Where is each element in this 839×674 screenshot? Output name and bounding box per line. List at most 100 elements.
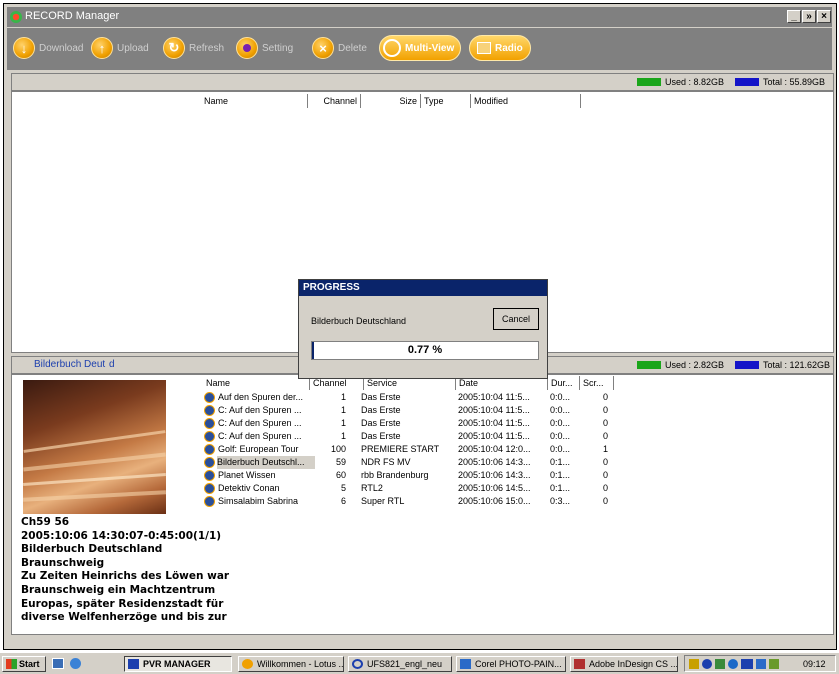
col-header-name[interactable]: Name bbox=[203, 376, 310, 390]
app-icon bbox=[10, 11, 22, 23]
info-title: Bilderbuch Deutschland bbox=[21, 543, 163, 556]
tray-app-icon[interactable] bbox=[769, 659, 779, 669]
refresh-label: Refresh bbox=[189, 42, 225, 54]
download-label: Download bbox=[39, 42, 84, 54]
download-button[interactable]: ↓ Download bbox=[13, 36, 83, 60]
col-header-type[interactable]: Type bbox=[421, 94, 471, 108]
bottom-used-label: Used : 2.82GB bbox=[665, 360, 725, 370]
taskbar-item-indesign[interactable]: Adobe InDesign CS ... bbox=[570, 656, 678, 672]
recording-row[interactable]: Golf: European Tour 100 PREMIERE START 2… bbox=[204, 443, 624, 456]
cancel-label: Cancel bbox=[501, 314, 530, 324]
progress-item-label: Bilderbuch Deutschland bbox=[311, 316, 407, 326]
top-used-label: Used : 8.82GB bbox=[665, 77, 725, 87]
taskbar-item-pvr-manager[interactable]: PVR MANAGER bbox=[124, 656, 232, 672]
recording-service: PREMIERE START bbox=[361, 444, 440, 454]
close-button[interactable]: × bbox=[817, 10, 831, 23]
col-header-screen[interactable]: Scr... bbox=[580, 376, 614, 390]
radio-button[interactable]: Radio bbox=[469, 35, 531, 61]
title-bar[interactable]: RECORD Manager _ » × bbox=[7, 7, 832, 27]
progress-bar: 0.77 % bbox=[311, 341, 539, 360]
recording-channel: 1 bbox=[340, 431, 346, 441]
col-header-size[interactable]: Size bbox=[361, 94, 421, 108]
info-datetime: 2005:10:06 14:30:07-0:45:00(1/1) bbox=[21, 529, 222, 542]
recording-screen: 0 bbox=[602, 457, 608, 467]
recording-row-selected[interactable]: Bilderbuch Deutschl... 59 NDR FS MV 2005… bbox=[204, 456, 624, 469]
setting-button[interactable]: Setting bbox=[236, 36, 293, 60]
recording-row[interactable]: Simsalabim Sabrina 6 Super RTL 2005:10:0… bbox=[204, 495, 624, 508]
upload-button[interactable]: ↑ Upload bbox=[91, 36, 149, 60]
recording-name: Bilderbuch Deutschl... bbox=[217, 456, 315, 469]
multi-view-button[interactable]: Multi-View bbox=[379, 35, 461, 61]
recording-date: 2005:10:04 11:5... bbox=[458, 418, 530, 428]
windows-logo-icon bbox=[6, 659, 17, 669]
recording-row[interactable]: C: Auf den Spuren ... 1 Das Erste 2005:1… bbox=[204, 404, 624, 417]
quicklaunch-desktop-icon[interactable] bbox=[52, 658, 64, 669]
bottom-total-label: Total : 121.62GB bbox=[763, 360, 831, 370]
recording-service: Super RTL bbox=[361, 496, 405, 506]
maximize-button[interactable]: » bbox=[802, 10, 816, 23]
recording-row[interactable]: Detektiv Conan 5 RTL2 2005:10:06 14:5...… bbox=[204, 482, 624, 495]
col-header-channel[interactable]: Channel bbox=[308, 94, 361, 108]
language-icon[interactable] bbox=[741, 659, 753, 669]
multi-view-icon bbox=[383, 39, 401, 57]
taskbar: Start PVR MANAGER Willkommen - Lotus ...… bbox=[0, 652, 839, 674]
col-header-duration[interactable]: Dur... bbox=[548, 376, 580, 390]
recording-date: 2005:10:06 14:5... bbox=[458, 483, 531, 493]
recording-date: 2005:10:06 15:0... bbox=[458, 496, 531, 506]
play-icon bbox=[204, 418, 215, 429]
delete-button[interactable]: × Delete bbox=[312, 36, 367, 60]
minimize-button[interactable]: _ bbox=[787, 10, 801, 23]
recording-service: NDR FS MV bbox=[361, 457, 411, 467]
quicklaunch-ie-icon[interactable] bbox=[70, 658, 81, 669]
cancel-button[interactable]: Cancel bbox=[493, 308, 539, 330]
tray-app-icon[interactable] bbox=[728, 659, 738, 669]
recording-row[interactable]: Auf den Spuren der... 1 Das Erste 2005:1… bbox=[204, 391, 624, 404]
recording-screen: 0 bbox=[602, 405, 608, 415]
recording-row[interactable]: C: Auf den Spuren ... 1 Das Erste 2005:1… bbox=[204, 417, 624, 430]
taskbar-item-corel[interactable]: Corel PHOTO-PAIN... bbox=[456, 656, 566, 672]
taskbar-item-ufs821[interactable]: UFS821_engl_neu bbox=[348, 656, 452, 672]
taskbar-item-lotus[interactable]: Willkommen - Lotus ... bbox=[238, 656, 344, 672]
taskbar-item-label: Corel PHOTO-PAIN... bbox=[475, 659, 562, 669]
recording-name: Planet Wissen bbox=[218, 470, 276, 480]
start-button[interactable]: Start bbox=[2, 656, 46, 672]
tray-app-icon[interactable] bbox=[756, 659, 766, 669]
recording-row[interactable]: Planet Wissen 60 rbb Brandenburg 2005:10… bbox=[204, 469, 624, 482]
recording-date: 2005:10:06 14:3... bbox=[458, 457, 531, 467]
play-icon bbox=[204, 444, 215, 455]
recording-channel: 6 bbox=[340, 496, 346, 506]
top-total-label: Total : 55.89GB bbox=[763, 77, 826, 87]
network-icon[interactable] bbox=[702, 659, 712, 669]
play-icon bbox=[204, 431, 215, 442]
recording-channel: 1 bbox=[340, 405, 346, 415]
upload-label: Upload bbox=[117, 42, 149, 54]
refresh-button[interactable]: ↻ Refresh bbox=[163, 36, 224, 60]
recording-duration: 0:3... bbox=[550, 496, 571, 506]
recording-name: C: Auf den Spuren ... bbox=[218, 418, 302, 428]
bottom-used-indicator: Used : 2.82GB bbox=[637, 360, 724, 370]
info-desc-2: Braunschweig ein Machtzentrum bbox=[21, 583, 216, 596]
recordings-pane: Ch59 56 2005:10:06 14:30:07-0:45:00(1/1)… bbox=[11, 374, 834, 635]
recording-service: Das Erste bbox=[361, 392, 401, 402]
col-header-modified[interactable]: Modified bbox=[471, 94, 581, 108]
recording-screen: 0 bbox=[602, 470, 608, 480]
refresh-icon: ↻ bbox=[163, 37, 185, 59]
toolbar: ↓ Download ↑ Upload ↻ Refresh Setting × … bbox=[7, 28, 832, 70]
info-desc-1: Zu Zeiten Heinrichs des Löwen war bbox=[21, 570, 230, 583]
taskbar-item-label: UFS821_engl_neu bbox=[367, 659, 443, 669]
taskbar-item-label: PVR MANAGER bbox=[143, 659, 211, 669]
col-header-name[interactable]: Name bbox=[201, 94, 308, 108]
recording-row[interactable]: C: Auf den Spuren ... 1 Das Erste 2005:1… bbox=[204, 430, 624, 443]
play-icon bbox=[204, 457, 215, 468]
info-subtitle: Braunschweig bbox=[21, 556, 105, 569]
tray-app-icon[interactable] bbox=[715, 659, 725, 669]
download-icon: ↓ bbox=[13, 37, 35, 59]
radio-label: Radio bbox=[495, 42, 523, 54]
recording-channel: 100 bbox=[330, 444, 346, 454]
used-swatch bbox=[637, 361, 661, 369]
progress-percent: 0.77 % bbox=[407, 344, 443, 356]
system-tray: 09:12 bbox=[684, 655, 836, 672]
start-label: Start bbox=[19, 659, 40, 669]
recording-screen: 1 bbox=[602, 444, 608, 454]
volume-icon[interactable] bbox=[689, 659, 699, 669]
